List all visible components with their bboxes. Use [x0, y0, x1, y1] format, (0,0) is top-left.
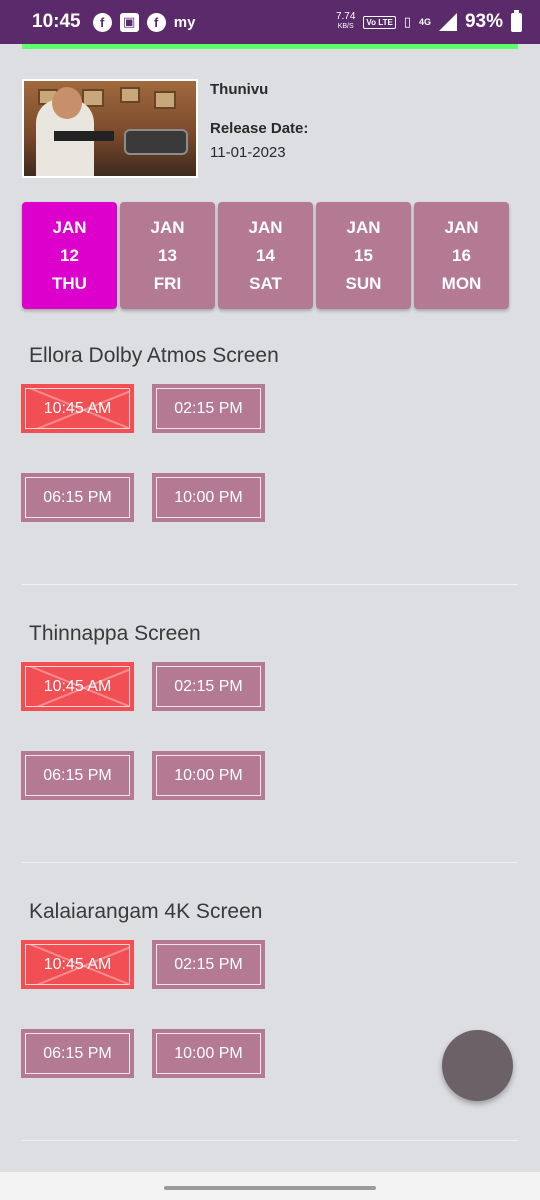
screen-name: Thinnappa Screen — [29, 622, 201, 645]
date-selector: JAN 12 THU JAN 13 FRI JAN 14 SAT JAN 15 … — [22, 202, 512, 309]
date-tab-month: JAN — [346, 217, 381, 237]
showtime-label: 10:00 PM — [174, 766, 243, 784]
date-tab-weekday: THU — [52, 273, 87, 293]
screen-section-thinnappa: Thinnappa Screen 10:45 AM 02:15 PM 06:15… — [0, 622, 540, 867]
showtime-label: 02:15 PM — [174, 955, 243, 973]
date-tab-month: JAN — [150, 217, 185, 237]
gesture-handle[interactable] — [164, 1186, 376, 1190]
showtime-button[interactable]: 10:00 PM — [152, 473, 265, 522]
network-speed-value: 7.74 — [335, 11, 356, 22]
date-tab-day: 12 — [60, 245, 79, 265]
myntra-icon: my — [173, 13, 196, 31]
status-bar: 10:45 f ▣ f my 7.74 KB/S Vo LTE ▯ 4G 93% — [0, 0, 540, 44]
showtime-label: 02:15 PM — [174, 677, 243, 695]
showtime-button[interactable]: 06:15 PM — [21, 751, 134, 800]
showtime-label: 06:15 PM — [43, 488, 112, 506]
volte-icon: Vo LTE — [363, 15, 396, 29]
showtime-button-unavailable[interactable]: 10:45 AM — [21, 384, 134, 433]
release-date-label: Release Date: — [210, 120, 309, 137]
date-tab-month: JAN — [52, 217, 87, 237]
showtime-label: 06:15 PM — [43, 1044, 112, 1062]
date-tab-weekday: SAT — [249, 273, 282, 293]
section-divider — [22, 584, 518, 585]
date-tab-weekday: FRI — [153, 273, 182, 293]
showtime-button[interactable]: 02:15 PM — [152, 940, 265, 989]
date-tab-jan-13[interactable]: JAN 13 FRI — [120, 202, 215, 309]
network-speed-unit: KB/S — [337, 23, 354, 30]
screen-name: Kalaiarangam 4K Screen — [29, 900, 263, 923]
facebook-icon: f — [92, 12, 112, 32]
notification-icons: f ▣ f my — [92, 12, 196, 32]
date-tab-jan-16[interactable]: JAN 16 MON — [414, 202, 509, 309]
screen-section-kalaiarangam: Kalaiarangam 4K Screen 10:45 AM 02:15 PM… — [0, 900, 540, 1145]
date-tab-month: JAN — [248, 217, 283, 237]
release-date-value: 11-01-2023 — [210, 144, 286, 161]
battery-icon — [511, 9, 522, 32]
vibrate-icon: ▯ — [403, 14, 411, 29]
floating-action-button[interactable] — [442, 1030, 513, 1101]
movie-poster — [22, 79, 198, 178]
date-tab-month: JAN — [444, 217, 479, 237]
showtime-button[interactable]: 10:00 PM — [152, 1029, 265, 1078]
date-tab-day: 13 — [158, 245, 177, 265]
battery-percent: 93% — [464, 11, 503, 32]
date-tab-weekday: SUN — [345, 273, 382, 293]
showtime-label: 10:45 AM — [43, 677, 112, 695]
showtime-button-unavailable[interactable]: 10:45 AM — [21, 940, 134, 989]
showtime-label: 10:00 PM — [174, 488, 243, 506]
date-tab-day: 14 — [256, 245, 275, 265]
status-time: 10:45 — [32, 11, 81, 32]
showtime-label: 10:45 AM — [43, 955, 112, 973]
showtime-label: 10:00 PM — [174, 1044, 243, 1062]
date-tab-jan-15[interactable]: JAN 15 SUN — [316, 202, 411, 309]
movie-title: Thunivu — [210, 81, 269, 98]
showtime-button-unavailable[interactable]: 10:45 AM — [21, 662, 134, 711]
screen-name: Ellora Dolby Atmos Screen — [29, 344, 279, 367]
facebook-icon: f — [146, 12, 166, 32]
clapperboard-icon: ▣ — [119, 12, 139, 32]
showtime-label: 10:45 AM — [43, 399, 112, 417]
date-tab-day: 16 — [452, 245, 471, 265]
network-type: 4G — [418, 17, 431, 27]
date-tab-weekday: MON — [441, 273, 482, 293]
screen-section-ellora: Ellora Dolby Atmos Screen 10:45 AM 02:15… — [0, 344, 540, 589]
showtime-label: 02:15 PM — [174, 399, 243, 417]
showtime-button[interactable]: 06:15 PM — [21, 473, 134, 522]
signal-icon — [438, 13, 457, 31]
movie-header: Thunivu Release Date: 11-01-2023 — [22, 79, 518, 179]
navigation-bar — [0, 1172, 540, 1200]
date-tab-jan-12[interactable]: JAN 12 THU — [22, 202, 117, 309]
showtime-label: 06:15 PM — [43, 766, 112, 784]
system-icons: 7.74 KB/S Vo LTE ▯ 4G 93% — [336, 9, 522, 33]
section-divider — [22, 1140, 518, 1141]
loading-progress-bar — [22, 44, 518, 49]
section-divider — [22, 862, 518, 863]
date-tab-jan-14[interactable]: JAN 14 SAT — [218, 202, 313, 309]
date-tab-day: 15 — [354, 245, 373, 265]
showtime-button[interactable]: 06:15 PM — [21, 1029, 134, 1078]
network-speed: 7.74 KB/S — [336, 12, 355, 32]
showtime-button[interactable]: 02:15 PM — [152, 662, 265, 711]
showtime-button[interactable]: 02:15 PM — [152, 384, 265, 433]
showtime-button[interactable]: 10:00 PM — [152, 751, 265, 800]
